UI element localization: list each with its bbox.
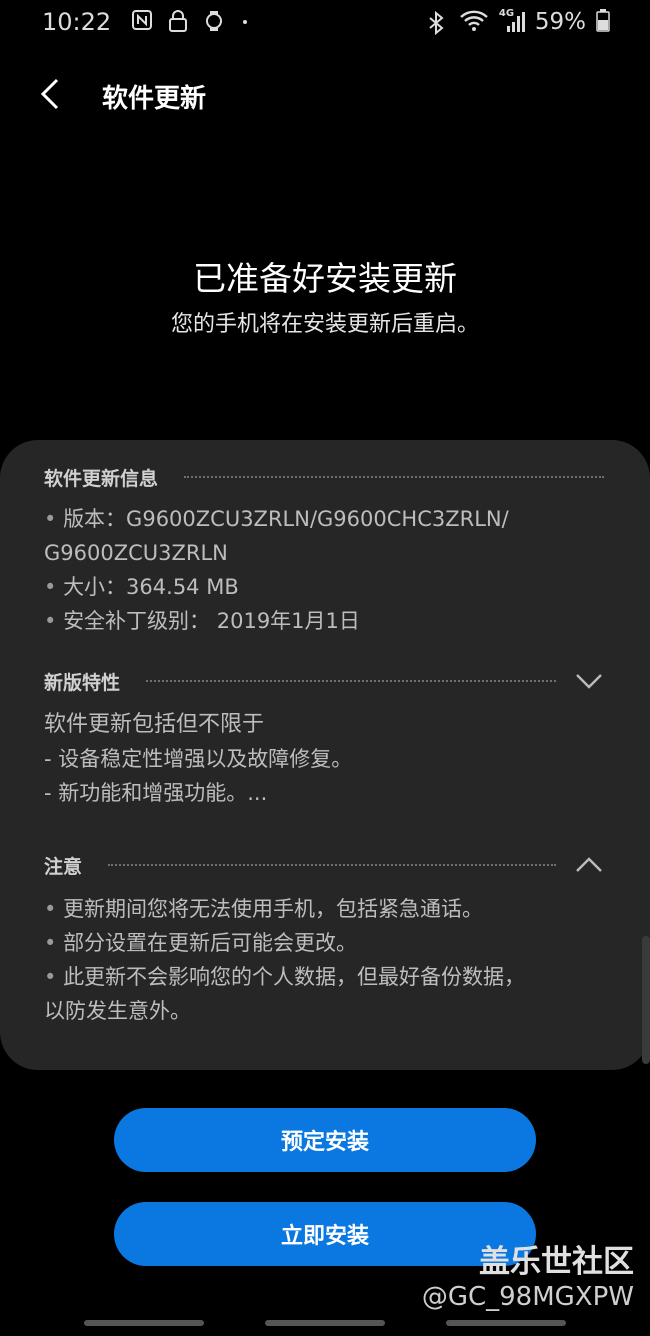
divider-dots xyxy=(184,476,604,478)
ready-title: 已准备好安装更新 xyxy=(193,259,457,298)
battery-icon xyxy=(596,8,610,36)
notice-item: 此更新不会影响您的个人数据，但最好备份数据， xyxy=(44,960,604,994)
notice-section: 注意 更新期间您将无法使用手机，包括紧急通话。 部分设置在更新后可能会更改。 此… xyxy=(44,850,604,1028)
notice-header[interactable]: 注意 xyxy=(44,850,604,880)
divider-dots xyxy=(146,680,556,682)
features-intro: 软件更新包括但不限于 xyxy=(44,712,265,737)
watermark-brand: 盖乐世社区 xyxy=(479,1244,634,1280)
version-line: 版本：G9600ZCU3ZRLN/G9600CHC3ZRLN/ xyxy=(44,502,604,536)
notice-item-cont: 以防发生意外。 xyxy=(44,999,191,1023)
wifi-icon xyxy=(459,8,489,36)
watch-icon xyxy=(204,10,226,32)
nav-home-hint[interactable] xyxy=(265,1320,385,1326)
update-info-header: 软件更新信息 xyxy=(44,462,604,492)
navigation-bar xyxy=(0,1320,650,1326)
back-arrow-icon xyxy=(40,78,60,114)
notice-item: 更新期间您将无法使用手机，包括紧急通话。 xyxy=(44,892,604,926)
app-header: 软件更新 xyxy=(0,70,650,122)
nfc-icon xyxy=(132,10,154,32)
new-features-label: 新版特性 xyxy=(44,671,121,694)
security-patch-line: 安全补丁级别： 2019年1月1日 xyxy=(44,604,604,638)
notice-item: 部分设置在更新后可能会更改。 xyxy=(44,926,604,960)
notice-label: 注意 xyxy=(44,855,83,878)
feature-item: - 设备稳定性增强以及故障修复。 xyxy=(44,747,353,771)
status-bar: 10:22 4G 59% xyxy=(0,0,650,46)
size-line: 大小：364.54 MB xyxy=(44,570,604,604)
lock-icon xyxy=(168,10,190,32)
chevron-down-icon[interactable] xyxy=(574,670,604,692)
update-info-section: 软件更新信息 版本：G9600ZCU3ZRLN/G9600CHC3ZRLN/ G… xyxy=(44,462,604,638)
nav-back-hint[interactable] xyxy=(446,1320,566,1326)
page-title: 软件更新 xyxy=(102,84,207,114)
new-features-section: 新版特性 软件更新包括但不限于 - 设备稳定性增强以及故障修复。 - 新功能和增… xyxy=(44,666,604,810)
update-info-label: 软件更新信息 xyxy=(44,467,159,490)
dot-icon xyxy=(240,10,262,32)
battery-percent: 59% xyxy=(534,9,586,35)
new-features-header[interactable]: 新版特性 xyxy=(44,666,604,696)
nav-recent-hint[interactable] xyxy=(84,1320,204,1326)
watermark-user: @GC_98MGXPW xyxy=(421,1282,634,1312)
install-now-button[interactable]: 立即安装 xyxy=(114,1202,536,1266)
update-info-card: 软件更新信息 版本：G9600ZCU3ZRLN/G9600CHC3ZRLN/ G… xyxy=(0,440,650,1070)
status-time: 10:22 xyxy=(42,8,112,36)
bluetooth-icon xyxy=(427,10,449,36)
version-line-cont: G9600ZCU3ZRLN xyxy=(44,541,228,565)
status-left-icons xyxy=(132,10,262,32)
divider-dots xyxy=(108,864,556,866)
scrollbar-thumb[interactable] xyxy=(642,936,650,1064)
status-right-icons: 4G 59% xyxy=(427,8,610,36)
signal-4g-icon: 4G xyxy=(499,8,525,34)
ready-subtitle: 您的手机将在安装更新后重启。 xyxy=(170,312,479,337)
chevron-up-icon[interactable] xyxy=(574,854,604,876)
feature-item: - 新功能和增强功能。... xyxy=(44,781,268,805)
back-button[interactable] xyxy=(30,76,70,116)
schedule-install-button[interactable]: 预定安装 xyxy=(114,1108,536,1172)
